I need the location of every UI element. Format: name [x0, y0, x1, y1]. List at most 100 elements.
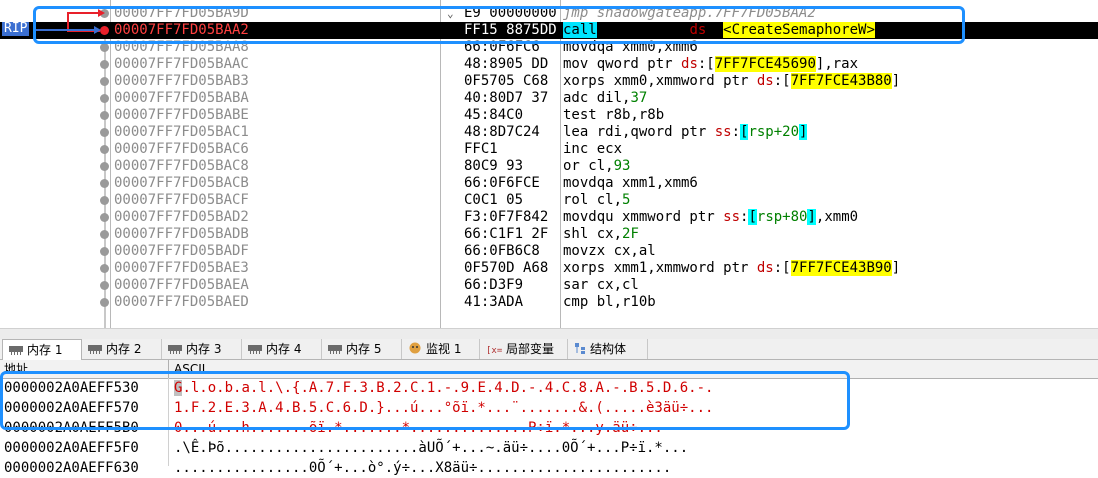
breakpoint-dot-icon[interactable]	[100, 213, 109, 222]
watch-icon	[408, 340, 422, 360]
disasm-row[interactable]: 00007FF7FD05BAE3 0F570D A68 xorps xmm1,xmm…	[0, 260, 1098, 277]
instruction-text: xorps xmm0,xmmword ptr ds:[7FF7FCE43B80]	[563, 73, 901, 89]
tab-5[interactable]: 内存 5	[322, 339, 402, 359]
instruction-bytes: F3:0F7F842	[464, 209, 549, 225]
instruction-address: 00007FF7FD05BAED	[114, 294, 249, 310]
instruction-text: sar cx,cl	[563, 277, 639, 293]
dump-ascii: ................0Õ´+...ò°.ý÷...X8äü÷....…	[174, 460, 672, 476]
instruction-bytes: C0C1 05	[464, 192, 524, 208]
memory-icon	[328, 340, 342, 360]
disasm-row[interactable]: 00007FF7FD05BAD2 F3:0F7F842 movdqu xmmword…	[0, 209, 1098, 226]
tab-label: 内存 2	[106, 342, 142, 356]
horizontal-scrollbar[interactable]	[0, 328, 1098, 339]
memory-icon	[9, 341, 23, 361]
tab-label: 内存 5	[346, 342, 382, 356]
instruction-text: shl cx,2F	[563, 226, 639, 242]
breakpoint-dot-icon[interactable]	[100, 60, 109, 69]
locals-icon: [x=]	[486, 340, 508, 360]
tab-label: 内存 1	[27, 343, 63, 357]
disasm-row[interactable]: 00007FF7FD05BADB 66:C1F1 2F shl cx,2F	[0, 226, 1098, 243]
disassembly-view[interactable]: 00007FF7FD05BA9D ⌄ E9 00000000 jmp shadowga…	[0, 0, 1098, 328]
disasm-row[interactable]: 00007FF7FD05BAED 41:3ADA cmp bl,r10b	[0, 294, 1098, 311]
instruction-bytes: 48:8905 DD	[464, 56, 549, 72]
tab-label: 局部变量	[506, 342, 555, 356]
instruction-text: movdqa xmm1,xmm6	[563, 175, 698, 191]
disasm-row[interactable]: 00007FF7FD05BAC6 FFC1 inc ecx	[0, 141, 1098, 158]
breakpoint-dot-icon[interactable]	[100, 145, 109, 154]
bottom-tab-bar: 内存 1 内存 2 内存 3 内存 4 内存 5 监视 1 [x=] 局部变量 结构体	[0, 339, 1098, 360]
instruction-bytes: 66:0FB6C8	[464, 243, 540, 259]
breakpoint-dot-icon[interactable]	[100, 281, 109, 290]
memory-icon	[168, 340, 182, 360]
breakpoint-dot-icon[interactable]	[100, 196, 109, 205]
breakpoint-dot-icon[interactable]	[100, 128, 109, 137]
disasm-row[interactable]: 00007FF7FD05BABE 45:84C0 test r8b,r8b	[0, 107, 1098, 124]
instruction-address: 00007FF7FD05BAC6	[114, 141, 249, 157]
instruction-address: 00007FF7FD05BAEA	[114, 277, 249, 293]
disasm-row[interactable]: 00007FF7FD05BAC1 48:8D7C24 lea rdi,qword p…	[0, 124, 1098, 141]
instruction-text: inc ecx	[563, 141, 623, 157]
instruction-address: 00007FF7FD05BACF	[114, 192, 249, 208]
breakpoint-dot-icon[interactable]	[100, 94, 109, 103]
annotation-box-dump	[0, 371, 850, 430]
instruction-bytes: 48:8D7C24	[464, 124, 540, 140]
tab-1[interactable]: 内存 1	[2, 339, 82, 360]
instruction-text: cmp bl,r10b	[563, 294, 656, 310]
instruction-bytes: 0F570D A68	[464, 260, 549, 276]
instruction-text: xorps xmm1,xmmword ptr ds:[7FF7FCE43B90]	[563, 260, 901, 276]
breakpoint-dot-icon[interactable]	[100, 43, 109, 52]
instruction-bytes: 66:C1F1 2F	[464, 226, 549, 242]
instruction-address: 00007FF7FD05BADF	[114, 243, 249, 259]
instruction-address: 00007FF7FD05BAC1	[114, 124, 249, 140]
disasm-row[interactable]: 00007FF7FD05BACB 66:0F6FCE movdqa xmm1,xmm…	[0, 175, 1098, 192]
disasm-row[interactable]: 00007FF7FD05BABA 40:80D7 37 adc dil,37	[0, 90, 1098, 107]
instruction-bytes: 66:0F6FCE	[464, 175, 540, 191]
instruction-text: movzx cx,al	[563, 243, 656, 259]
breakpoint-dot-icon[interactable]	[100, 77, 109, 86]
tab-label: 内存 4	[266, 342, 302, 356]
instruction-bytes: 66:D3F9	[464, 277, 524, 293]
breakpoint-dot-icon[interactable]	[100, 230, 109, 239]
tab-8[interactable]: 结构体	[568, 339, 648, 359]
breakpoint-dot-icon[interactable]	[100, 264, 109, 273]
instruction-text: test r8b,r8b	[563, 107, 665, 123]
breakpoint-dot-icon[interactable]	[100, 162, 109, 171]
disasm-row[interactable]: 00007FF7FD05BACF C0C1 05 rol cl,5	[0, 192, 1098, 209]
tab-label: 结构体	[590, 342, 627, 356]
instruction-address: 00007FF7FD05BABA	[114, 90, 249, 106]
instruction-bytes: 45:84C0	[464, 107, 524, 123]
breakpoint-dot-icon[interactable]	[100, 247, 109, 256]
disasm-row[interactable]: 00007FF7FD05BADF 66:0FB6C8 movzx cx,al	[0, 243, 1098, 260]
dump-row[interactable]: 0000002A0AEFF5F0 .\Ê.Þõ..................…	[0, 438, 1098, 458]
instruction-address: 00007FF7FD05BADB	[114, 226, 249, 242]
instruction-text: movdqu xmmword ptr ss:[rsp+80],xmm0	[563, 209, 859, 225]
instruction-bytes: 80C9 93	[464, 158, 524, 174]
tab-3[interactable]: 内存 3	[162, 339, 242, 359]
instruction-address: 00007FF7FD05BABE	[114, 107, 249, 123]
dump-row[interactable]: 0000002A0AEFF630 ................0Õ´+...ò…	[0, 458, 1098, 478]
instruction-text: or cl,93	[563, 158, 631, 174]
tab-7[interactable]: [x=] 局部变量	[480, 339, 568, 359]
breakpoint-dot-icon[interactable]	[100, 111, 109, 120]
instruction-address: 00007FF7FD05BAD2	[114, 209, 249, 225]
dump-address: 0000002A0AEFF630	[4, 460, 139, 476]
tab-4[interactable]: 内存 4	[242, 339, 322, 359]
disasm-row[interactable]: 00007FF7FD05BAB3 0F5705 C68 xorps xmm0,xmm…	[0, 73, 1098, 90]
disasm-row[interactable]: 00007FF7FD05BAEA 66:D3F9 sar cx,cl	[0, 277, 1098, 294]
disasm-row[interactable]: 00007FF7FD05BAAC 48:8905 DD mov qword ptr …	[0, 56, 1098, 73]
memory-icon	[248, 340, 262, 360]
instruction-address: 00007FF7FD05BAAC	[114, 56, 249, 72]
breakpoint-dot-icon[interactable]	[100, 298, 109, 307]
struct-icon	[574, 340, 586, 360]
disasm-row[interactable]: 00007FF7FD05BAC8 80C9 93 or cl,93	[0, 158, 1098, 175]
instruction-text: mov qword ptr ds:[7FF7FCE45690],rax	[563, 56, 859, 72]
tab-6[interactable]: 监视 1	[402, 339, 480, 359]
svg-text:[x=]: [x=]	[486, 346, 502, 354]
tab-2[interactable]: 内存 2	[82, 339, 162, 359]
breakpoint-dot-icon[interactable]	[100, 179, 109, 188]
instruction-text: adc dil,37	[563, 90, 648, 106]
memory-icon	[88, 340, 102, 360]
dump-ascii: .\Ê.Þõ.......................àUÕ´+...~.ä…	[174, 440, 689, 456]
instruction-address: 00007FF7FD05BACB	[114, 175, 249, 191]
instruction-address: 00007FF7FD05BAC8	[114, 158, 249, 174]
